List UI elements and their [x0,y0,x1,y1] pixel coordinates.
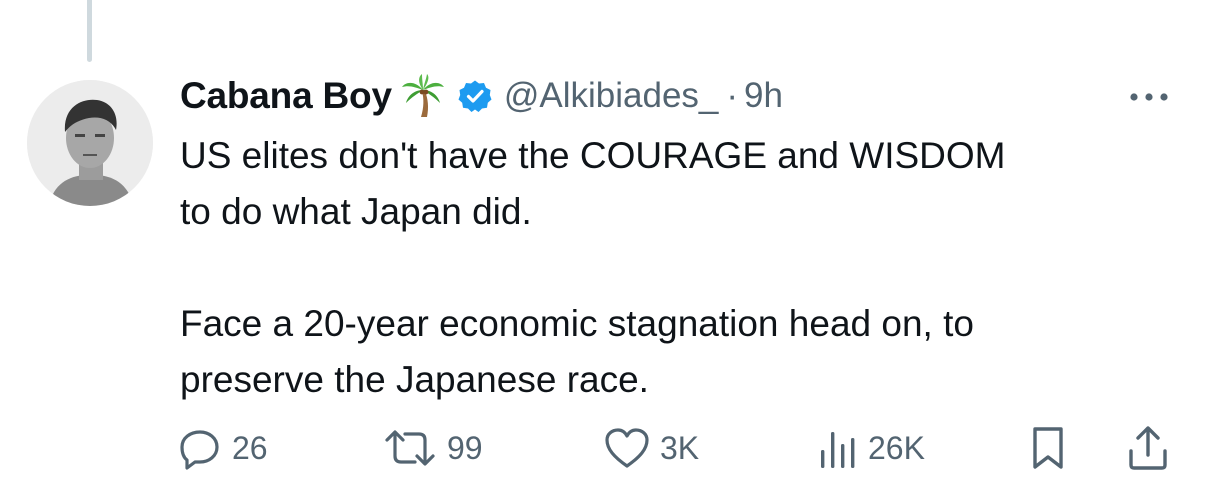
tweet-text-line: preserve the Japanese race. [180,359,649,400]
separator-dot: · [726,76,739,115]
verified-badge-icon [458,79,492,113]
tweet-text-line: to do what Japan did. [180,191,532,232]
user-handle[interactable]: @Alkibiades_ [504,76,719,116]
action-bar: 26 99 3K 26K [178,424,1178,472]
reply-icon [180,430,219,470]
reply-button[interactable]: 26 [178,424,268,472]
like-count: 3K [660,429,700,466]
share-button[interactable] [1126,424,1170,472]
like-button[interactable]: 3K [604,424,699,472]
timestamp[interactable]: 9h [744,76,783,116]
views-button[interactable]: 26K [818,424,925,472]
repost-icon [385,430,435,466]
tweet-text-line: US elites don't have the COURAGE and WIS… [180,135,1006,176]
bookmark-button[interactable] [1028,424,1068,472]
repost-button[interactable]: 99 [383,424,483,472]
tweet-text: US elites don't have the COURAGE and WIS… [180,128,1180,408]
tweet-text-line: Face a 20-year economic stagnation head … [180,303,974,344]
avatar[interactable] [27,80,153,206]
avatar-image [27,80,153,206]
bookmark-icon [1033,427,1063,469]
repost-count: 99 [447,429,483,466]
share-icon [1129,426,1167,470]
reply-count: 26 [232,429,268,466]
views-count: 26K [868,429,925,466]
heart-icon [605,428,649,468]
views-chart-icon [821,432,855,468]
more-options-button[interactable] [1124,82,1174,112]
thread-line [87,0,92,62]
display-name[interactable]: Cabana Boy [180,75,392,117]
more-horizontal-icon [1130,93,1168,101]
palm-tree-icon [400,73,446,119]
tweet-header: Cabana Boy @Alkibiades_ · 9h [180,68,783,124]
